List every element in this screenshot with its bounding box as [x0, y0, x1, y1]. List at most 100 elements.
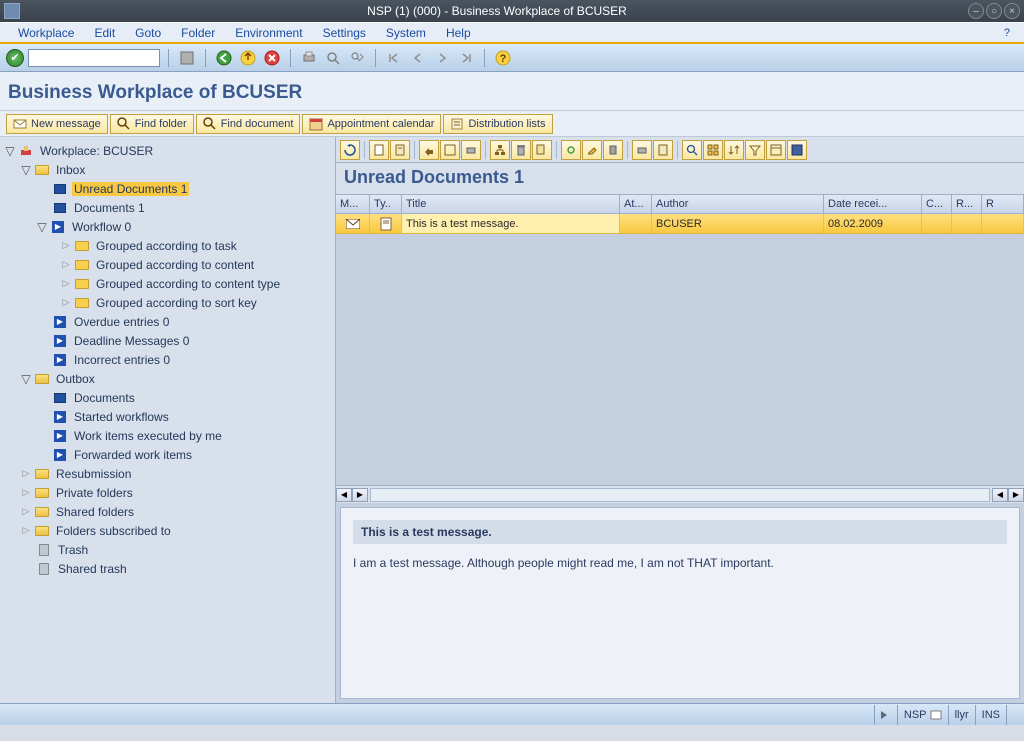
- command-field[interactable]: [28, 49, 160, 67]
- scroll-right-inner-button[interactable]: ▶: [352, 488, 368, 502]
- cell-r2: [982, 214, 1024, 233]
- back-button[interactable]: [214, 48, 234, 68]
- close-button[interactable]: ×: [1004, 3, 1020, 19]
- download-button[interactable]: [653, 140, 673, 160]
- tree-shared-trash[interactable]: Shared trash: [2, 559, 333, 578]
- type-icon: [370, 214, 402, 233]
- tree-wf-content-type[interactable]: ▷Grouped according to content type: [2, 274, 333, 293]
- last-page-button[interactable]: [456, 48, 476, 68]
- col-r[interactable]: R...: [952, 195, 982, 213]
- col-at[interactable]: At...: [620, 195, 652, 213]
- tree-unread-documents[interactable]: Unread Documents 1: [2, 179, 333, 198]
- tree-deadline[interactable]: ▶Deadline Messages 0: [2, 331, 333, 350]
- tree-inbox[interactable]: ▽Inbox: [2, 160, 333, 179]
- tree-trash[interactable]: Trash: [2, 540, 333, 559]
- export-button[interactable]: [632, 140, 652, 160]
- tree-shared-folders[interactable]: ▷Shared folders: [2, 502, 333, 521]
- refresh-button[interactable]: [340, 140, 360, 160]
- scroll-left-button[interactable]: ◀: [336, 488, 352, 502]
- menu-help[interactable]: Help: [436, 26, 481, 40]
- find-next-button[interactable]: [347, 48, 367, 68]
- reply-button[interactable]: [419, 140, 439, 160]
- copy-button[interactable]: [603, 140, 623, 160]
- next-page-button[interactable]: [432, 48, 452, 68]
- scroll-left-inner-button[interactable]: ◀: [992, 488, 1008, 502]
- tree-wf-content[interactable]: ▷Grouped according to content: [2, 255, 333, 274]
- tree-started-wf[interactable]: ▶Started workflows: [2, 407, 333, 426]
- col-title[interactable]: Title: [402, 195, 620, 213]
- enter-button[interactable]: ✔: [6, 49, 24, 67]
- display-button[interactable]: [390, 140, 410, 160]
- find-button[interactable]: [323, 48, 343, 68]
- menu-folder[interactable]: Folder: [171, 26, 225, 40]
- grid-header: M... Ty.. Title At... Author Date recei.…: [336, 194, 1024, 214]
- hierarchy-button[interactable]: [490, 140, 510, 160]
- tree-documents[interactable]: Documents 1: [2, 198, 333, 217]
- tree-wf-sort-key[interactable]: ▷Grouped according to sort key: [2, 293, 333, 312]
- find-document-button[interactable]: Find document: [196, 114, 301, 134]
- menu-edit[interactable]: Edit: [84, 26, 125, 40]
- appointment-button[interactable]: Appointment calendar: [302, 114, 441, 134]
- tree-incorrect[interactable]: ▶Incorrect entries 0: [2, 350, 333, 369]
- filter-button[interactable]: [745, 140, 765, 160]
- prev-page-button[interactable]: [408, 48, 428, 68]
- tree-resubmission[interactable]: ▷Resubmission: [2, 464, 333, 483]
- col-c[interactable]: C...: [922, 195, 952, 213]
- arrow-icon: ▶: [52, 315, 68, 329]
- grid-row[interactable]: This is a test message. BCUSER 08.02.200…: [336, 214, 1024, 234]
- tree-private-folders[interactable]: ▷Private folders: [2, 483, 333, 502]
- nav-tree-pane: ▽Workplace: BCUSER ▽Inbox Unread Documen…: [0, 137, 336, 703]
- status-expand[interactable]: [874, 705, 897, 725]
- menu-environment[interactable]: Environment: [225, 26, 312, 40]
- print-list-button[interactable]: [461, 140, 481, 160]
- menu-system[interactable]: System: [376, 26, 436, 40]
- distribution-lists-button[interactable]: Distribution lists: [443, 114, 552, 134]
- tree-subscribed[interactable]: ▷Folders subscribed to: [2, 521, 333, 540]
- h-scrollbar[interactable]: ◀ ▶ ◀ ▶: [336, 485, 1024, 503]
- change-button[interactable]: [582, 140, 602, 160]
- col-r2[interactable]: R: [982, 195, 1024, 213]
- help-icon[interactable]: ?: [1004, 27, 1016, 39]
- folder-icon: [34, 505, 50, 519]
- exit-button[interactable]: [238, 48, 258, 68]
- scroll-right-button[interactable]: ▶: [1008, 488, 1024, 502]
- move-button[interactable]: [532, 140, 552, 160]
- folder-icon: [74, 258, 90, 272]
- cancel-button[interactable]: [262, 48, 282, 68]
- menu-settings[interactable]: Settings: [313, 26, 376, 40]
- tree-overdue[interactable]: ▶Overdue entries 0: [2, 312, 333, 331]
- col-date[interactable]: Date recei...: [824, 195, 922, 213]
- help-button[interactable]: ?: [493, 48, 513, 68]
- col-author[interactable]: Author: [652, 195, 824, 213]
- tree-executed-wf[interactable]: ▶Work items executed by me: [2, 426, 333, 445]
- find-folder-button[interactable]: Find folder: [110, 114, 194, 134]
- maximize-button[interactable]: ○: [986, 3, 1002, 19]
- new-message-button[interactable]: New message: [6, 114, 108, 134]
- folder-icon: [74, 296, 90, 310]
- menu-goto[interactable]: Goto: [125, 26, 171, 40]
- forward-button[interactable]: [440, 140, 460, 160]
- attach-button[interactable]: [561, 140, 581, 160]
- scroll-track[interactable]: [370, 488, 990, 502]
- new-doc-button[interactable]: [369, 140, 389, 160]
- print-button[interactable]: [299, 48, 319, 68]
- tree-workflow[interactable]: ▽▶Workflow 0: [2, 217, 333, 236]
- menu-workplace[interactable]: Workplace: [8, 26, 84, 40]
- minimize-button[interactable]: –: [968, 3, 984, 19]
- sort-button[interactable]: [724, 140, 744, 160]
- layout-button[interactable]: [766, 140, 786, 160]
- tree-root[interactable]: ▽Workplace: BCUSER: [2, 141, 333, 160]
- layout-save-button[interactable]: [787, 140, 807, 160]
- tree-outbox[interactable]: ▽Outbox: [2, 369, 333, 388]
- select-all-button[interactable]: [703, 140, 723, 160]
- tree-wf-task[interactable]: ▷Grouped according to task: [2, 236, 333, 255]
- tree-forwarded-wf[interactable]: ▶Forwarded work items: [2, 445, 333, 464]
- delete-button[interactable]: [511, 140, 531, 160]
- save-button[interactable]: [177, 48, 197, 68]
- tree-out-documents[interactable]: Documents: [2, 388, 333, 407]
- first-page-button[interactable]: [384, 48, 404, 68]
- status-resize-grip[interactable]: [1006, 705, 1020, 725]
- col-type[interactable]: Ty..: [370, 195, 402, 213]
- detail-button[interactable]: [682, 140, 702, 160]
- col-m[interactable]: M...: [336, 195, 370, 213]
